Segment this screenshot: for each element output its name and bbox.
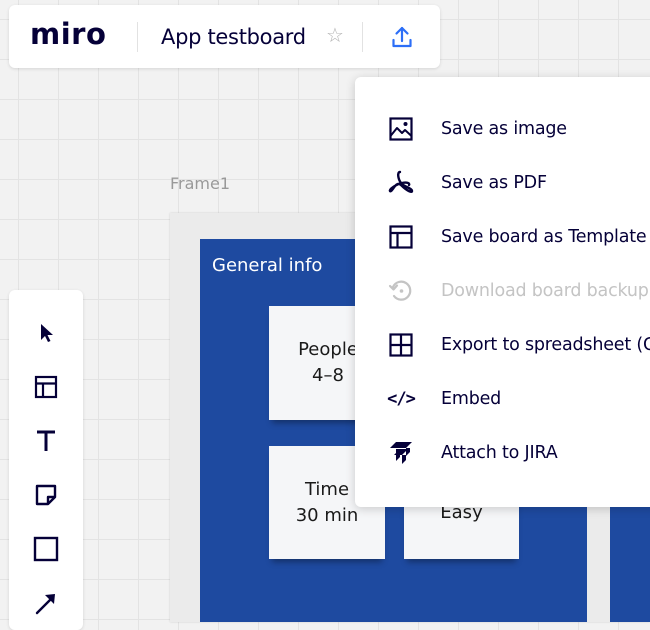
- menu-item-label: Embed: [441, 389, 502, 409]
- menu-item-export-spreadsheet[interactable]: Export to spreadsheet (C: [355, 323, 650, 367]
- menu-item-label: Save as image: [441, 119, 567, 139]
- star-icon[interactable]: ☆: [326, 24, 344, 48]
- sticky-note-line: Time: [304, 478, 350, 500]
- text-icon: [37, 430, 55, 451]
- menu-item-save-as-template[interactable]: Save board as Template: [355, 215, 650, 259]
- menu-item-download-backup: Download board backup: [355, 269, 650, 313]
- miro-logo[interactable]: miro: [30, 17, 106, 51]
- sticky-note-line: People: [298, 339, 358, 360]
- export-menu: Save as image Save as PDF Save board as …: [355, 77, 650, 507]
- section-title[interactable]: General info: [212, 255, 322, 276]
- jira-icon: [387, 439, 415, 467]
- connection-line-tool[interactable]: [30, 587, 62, 619]
- backup-icon: [387, 277, 415, 305]
- menu-item-save-as-pdf[interactable]: Save as PDF: [355, 161, 650, 205]
- board-header: miro App testboard ☆: [9, 5, 440, 68]
- creation-toolbar: [9, 290, 83, 630]
- upload-icon: [392, 26, 412, 48]
- sticky-note-icon: [35, 484, 57, 506]
- templates-tool[interactable]: [30, 371, 62, 403]
- menu-item-attach-jira[interactable]: Attach to JIRA: [355, 431, 650, 475]
- template-icon: [34, 375, 58, 399]
- export-button[interactable]: [385, 20, 419, 54]
- frame-label[interactable]: Frame1: [170, 174, 230, 193]
- spreadsheet-icon: [387, 331, 415, 359]
- image-icon: [387, 115, 415, 143]
- select-tool[interactable]: [30, 317, 62, 349]
- arrow-icon: [35, 594, 55, 615]
- board-title[interactable]: App testboard: [161, 25, 306, 49]
- menu-item-embed[interactable]: </> Embed: [355, 377, 650, 421]
- sticky-note-line: 4–8: [312, 365, 344, 386]
- menu-item-label: Save board as Template: [441, 227, 647, 247]
- menu-item-label: Export to spreadsheet (C: [441, 335, 650, 355]
- code-icon: </>: [387, 389, 416, 409]
- sticky-note-line: 30 min: [295, 504, 359, 526]
- template-icon: [387, 223, 415, 251]
- menu-item-label: Download board backup: [441, 281, 649, 301]
- square-icon: [33, 536, 59, 562]
- text-tool[interactable]: [30, 425, 62, 457]
- header-divider: [137, 22, 138, 52]
- menu-item-save-as-image[interactable]: Save as image: [355, 107, 650, 151]
- menu-item-label: Attach to JIRA: [441, 443, 558, 463]
- cursor-icon: [41, 324, 53, 342]
- shape-tool[interactable]: [30, 533, 62, 565]
- pdf-icon: [387, 169, 415, 197]
- sticky-note-tool[interactable]: [30, 479, 62, 511]
- header-divider: [362, 22, 363, 52]
- menu-item-label: Save as PDF: [441, 173, 547, 193]
